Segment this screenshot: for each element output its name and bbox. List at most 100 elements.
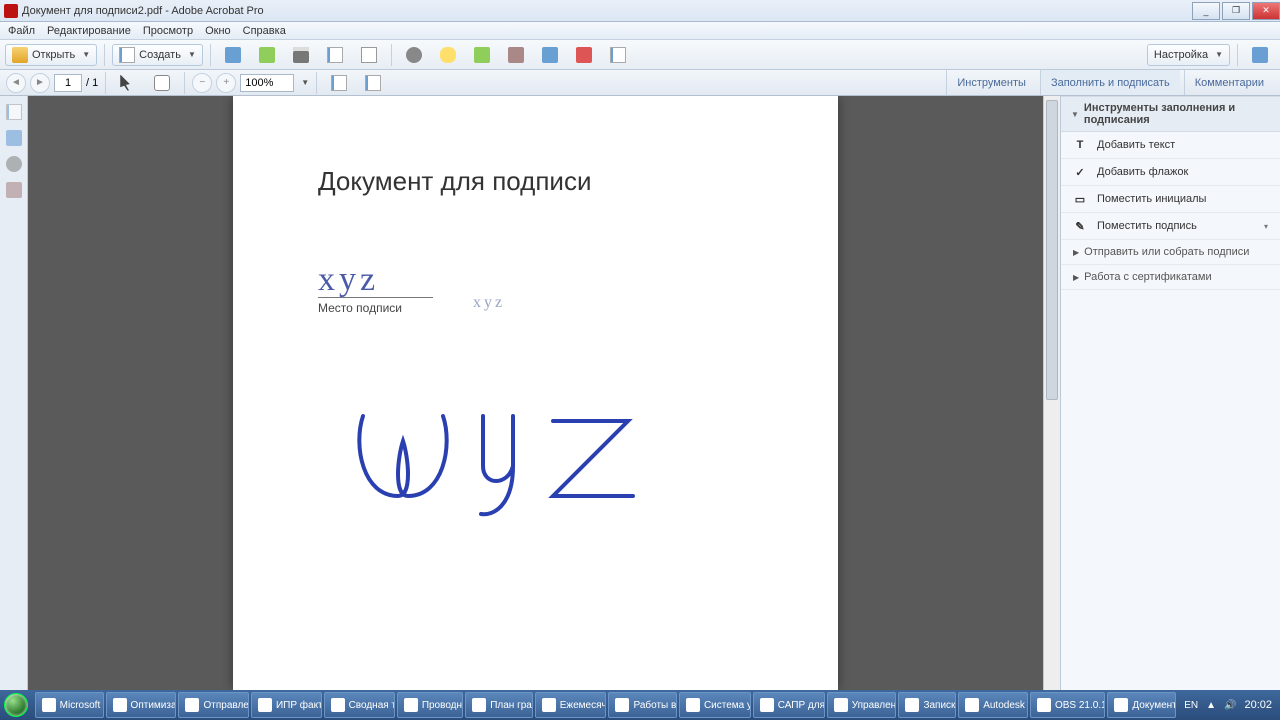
fit-page-button[interactable] <box>358 72 388 94</box>
taskbar-item-label: Записки <box>923 700 956 711</box>
fit-width-button[interactable] <box>324 72 354 94</box>
taskbar-item[interactable]: Работы в... <box>608 692 676 718</box>
taskbar-item[interactable]: Ежемесяч... <box>535 692 607 718</box>
signatures-icon[interactable] <box>6 182 22 198</box>
menu-edit[interactable]: Редактирование <box>47 25 131 37</box>
settings-icon-button[interactable] <box>399 44 429 66</box>
taskbar-item[interactable]: Сводная т... <box>324 692 395 718</box>
main-area: Документ для подписи xyz Место подписи x… <box>0 96 1280 690</box>
left-nav-rail <box>0 96 28 690</box>
create-button-label: Создать <box>139 49 181 61</box>
next-page-button[interactable]: ► <box>30 73 50 93</box>
zoom-in-button[interactable]: + <box>216 73 236 93</box>
prev-page-button[interactable]: ◄ <box>6 73 26 93</box>
email-button[interactable] <box>354 44 384 66</box>
section-title: Отправить или собрать подписи <box>1084 246 1249 258</box>
zoom-out-button[interactable]: − <box>192 73 212 93</box>
taskbar-item[interactable]: САПР для... <box>753 692 825 718</box>
maximize-button[interactable]: ❐ <box>1222 2 1250 20</box>
print-button[interactable] <box>286 44 316 66</box>
zoom-select[interactable] <box>240 74 294 92</box>
tab-tools[interactable]: Инструменты <box>946 70 1036 95</box>
clock[interactable]: 20:02 <box>1244 699 1272 711</box>
tool-label: Добавить флажок <box>1097 166 1188 178</box>
tool-place-signature[interactable]: ✎ Поместить подпись ▾ <box>1061 213 1280 240</box>
panel-section-certificates[interactable]: ▶ Работа с сертификатами <box>1061 265 1280 290</box>
taskbar-item[interactable]: Система у... <box>679 692 751 718</box>
save-button[interactable] <box>218 44 248 66</box>
menu-help[interactable]: Справка <box>243 25 286 37</box>
taskbar-item-label: OBS 21.0.1... <box>1055 700 1105 711</box>
open-button[interactable]: Открыть ▼ <box>5 44 97 66</box>
thumbnails-icon[interactable] <box>6 104 22 120</box>
window-title: Документ для подписи2.pdf - Adobe Acroba… <box>22 5 264 17</box>
signature-text: xyz <box>318 261 433 299</box>
taskbar-item[interactable]: Оптимиза... <box>106 692 177 718</box>
app-icon <box>834 698 848 712</box>
document-viewport[interactable]: Документ для подписи xyz Место подписи x… <box>28 96 1043 690</box>
separator <box>104 44 105 66</box>
taskbar-item[interactable]: Autodesk ... <box>958 692 1028 718</box>
taskbar-item[interactable]: Записки <box>898 692 956 718</box>
tool-place-initials[interactable]: ▭ Поместить инициалы <box>1061 186 1280 213</box>
tool-add-text[interactable]: T Добавить текст <box>1061 132 1280 159</box>
stamp-button[interactable] <box>501 44 531 66</box>
taskbar-item-label: Ежемесяч... <box>560 700 607 711</box>
taskbar-item[interactable]: OBS 21.0.1... <box>1030 692 1105 718</box>
initials-icon: ▭ <box>1073 192 1087 206</box>
customize-label: Настройка <box>1154 49 1208 61</box>
tray-volume-icon[interactable]: 🔊 <box>1224 700 1236 711</box>
panel-section-fill-sign-tools[interactable]: ▼ Инструменты заполнения и подписания <box>1061 96 1280 132</box>
taskbar-item[interactable]: Microsoft ... <box>35 692 104 718</box>
menu-file[interactable]: Файл <box>8 25 35 37</box>
panel-section-send-collect[interactable]: ▶ Отправить или собрать подписи <box>1061 240 1280 265</box>
scrollbar-thumb[interactable] <box>1046 100 1058 400</box>
tab-fill-and-sign[interactable]: Заполнить и подписать <box>1040 70 1180 95</box>
system-tray: EN ▲ 🔊 20:02 <box>1176 699 1280 711</box>
expand-button[interactable] <box>1245 44 1275 66</box>
page-number-input[interactable] <box>54 74 82 92</box>
attachments-icon[interactable] <box>6 156 22 172</box>
menu-window[interactable]: Окно <box>205 25 231 37</box>
app-icon <box>185 698 199 712</box>
hand-tool[interactable] <box>147 72 177 94</box>
taskbar-item[interactable]: План гра... <box>465 692 533 718</box>
app-icon <box>686 698 700 712</box>
taskbar-item[interactable]: Отправле... <box>178 692 248 718</box>
taskbar-item[interactable]: ИПР факт... <box>251 692 322 718</box>
app-icon <box>4 4 18 18</box>
taskbar-item[interactable]: Документ... <box>1107 692 1176 718</box>
tab-comments[interactable]: Комментарии <box>1184 70 1274 95</box>
gear-icon <box>406 47 422 63</box>
save-icon <box>225 47 241 63</box>
minimize-button[interactable]: _ <box>1192 2 1220 20</box>
highlight-button[interactable] <box>467 44 497 66</box>
tray-flag-icon[interactable]: ▲ <box>1206 700 1216 711</box>
attach-button[interactable] <box>535 44 565 66</box>
start-button[interactable] <box>0 690 33 720</box>
tool-add-checkmark[interactable]: ✓ Добавить флажок <box>1061 159 1280 186</box>
menu-view[interactable]: Просмотр <box>143 25 193 37</box>
taskbar-item[interactable]: Проводн... <box>397 692 463 718</box>
customize-button[interactable]: Настройка ▼ <box>1147 44 1230 66</box>
taskbar-item-label: Отправле... <box>203 700 248 711</box>
chevron-down-icon[interactable]: ▼ <box>301 78 309 87</box>
export-button[interactable] <box>252 44 282 66</box>
sign-button[interactable] <box>569 44 599 66</box>
select-tool[interactable] <box>113 72 143 94</box>
taskbar-item[interactable]: Управлен... <box>827 692 897 718</box>
language-indicator[interactable]: EN <box>1184 700 1198 711</box>
close-button[interactable]: ✕ <box>1252 2 1280 20</box>
comment-button[interactable] <box>433 44 463 66</box>
bookmarks-icon[interactable] <box>6 130 22 146</box>
stamp-icon <box>508 47 524 63</box>
redact-button[interactable] <box>603 44 633 66</box>
chevron-down-icon: ▼ <box>82 50 90 59</box>
signature-field[interactable]: xyz Место подписи <box>318 261 433 315</box>
taskbar-item-label: Управлен... <box>852 700 897 711</box>
vertical-scrollbar[interactable] <box>1043 96 1060 690</box>
edit-button[interactable] <box>320 44 350 66</box>
create-button[interactable]: Создать ▼ <box>112 44 203 66</box>
checkmark-icon: ✓ <box>1073 165 1087 179</box>
app-icon <box>1114 698 1128 712</box>
